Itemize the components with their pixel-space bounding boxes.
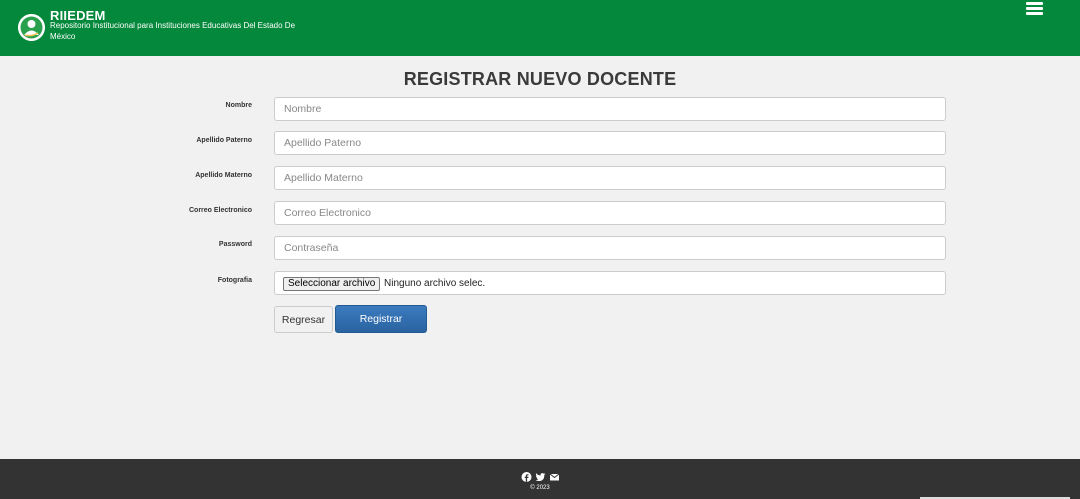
user-circle-logo-icon — [18, 14, 45, 41]
correo-label: Correo Electronico — [188, 207, 252, 214]
apellido-paterno-label: Apellido Paterno — [196, 137, 252, 144]
footer: © 2023 — [0, 459, 1080, 499]
register-button[interactable]: Registrar — [335, 305, 427, 333]
email-field[interactable] — [274, 201, 946, 225]
mail-icon[interactable] — [549, 472, 560, 482]
app-subtitle: Repositorio Institucional para Instituci… — [50, 21, 296, 41]
nombre-input[interactable] — [274, 97, 946, 121]
facebook-icon[interactable] — [521, 472, 532, 482]
top-navbar: RIIEDEM Repositorio Institucional para I… — [0, 0, 1080, 56]
page-title: REGISTRAR NUEVO DOCENTE — [403, 69, 677, 89]
copyright-text: © 2023 — [530, 485, 550, 491]
apellido-paterno-input[interactable] — [274, 131, 946, 155]
choose-file-button[interactable]: Seleccionar archivo — [283, 277, 381, 291]
password-label: Password — [218, 241, 252, 248]
hamburger-menu-icon[interactable] — [1026, 2, 1043, 16]
apellido-materno-input[interactable] — [274, 166, 946, 190]
fotografia-label: Fotografia — [217, 277, 252, 284]
nombre-label: Nombre — [225, 102, 252, 109]
password-field[interactable] — [274, 236, 946, 260]
apellido-materno-label: Apellido Materno — [195, 172, 252, 179]
photo-file-input: Seleccionar archivo Ninguno archivo sele… — [274, 271, 946, 295]
file-status-text: Ninguno archivo selec. — [384, 278, 486, 289]
back-button[interactable]: Regresar — [274, 306, 333, 333]
twitter-icon[interactable] — [535, 472, 546, 482]
